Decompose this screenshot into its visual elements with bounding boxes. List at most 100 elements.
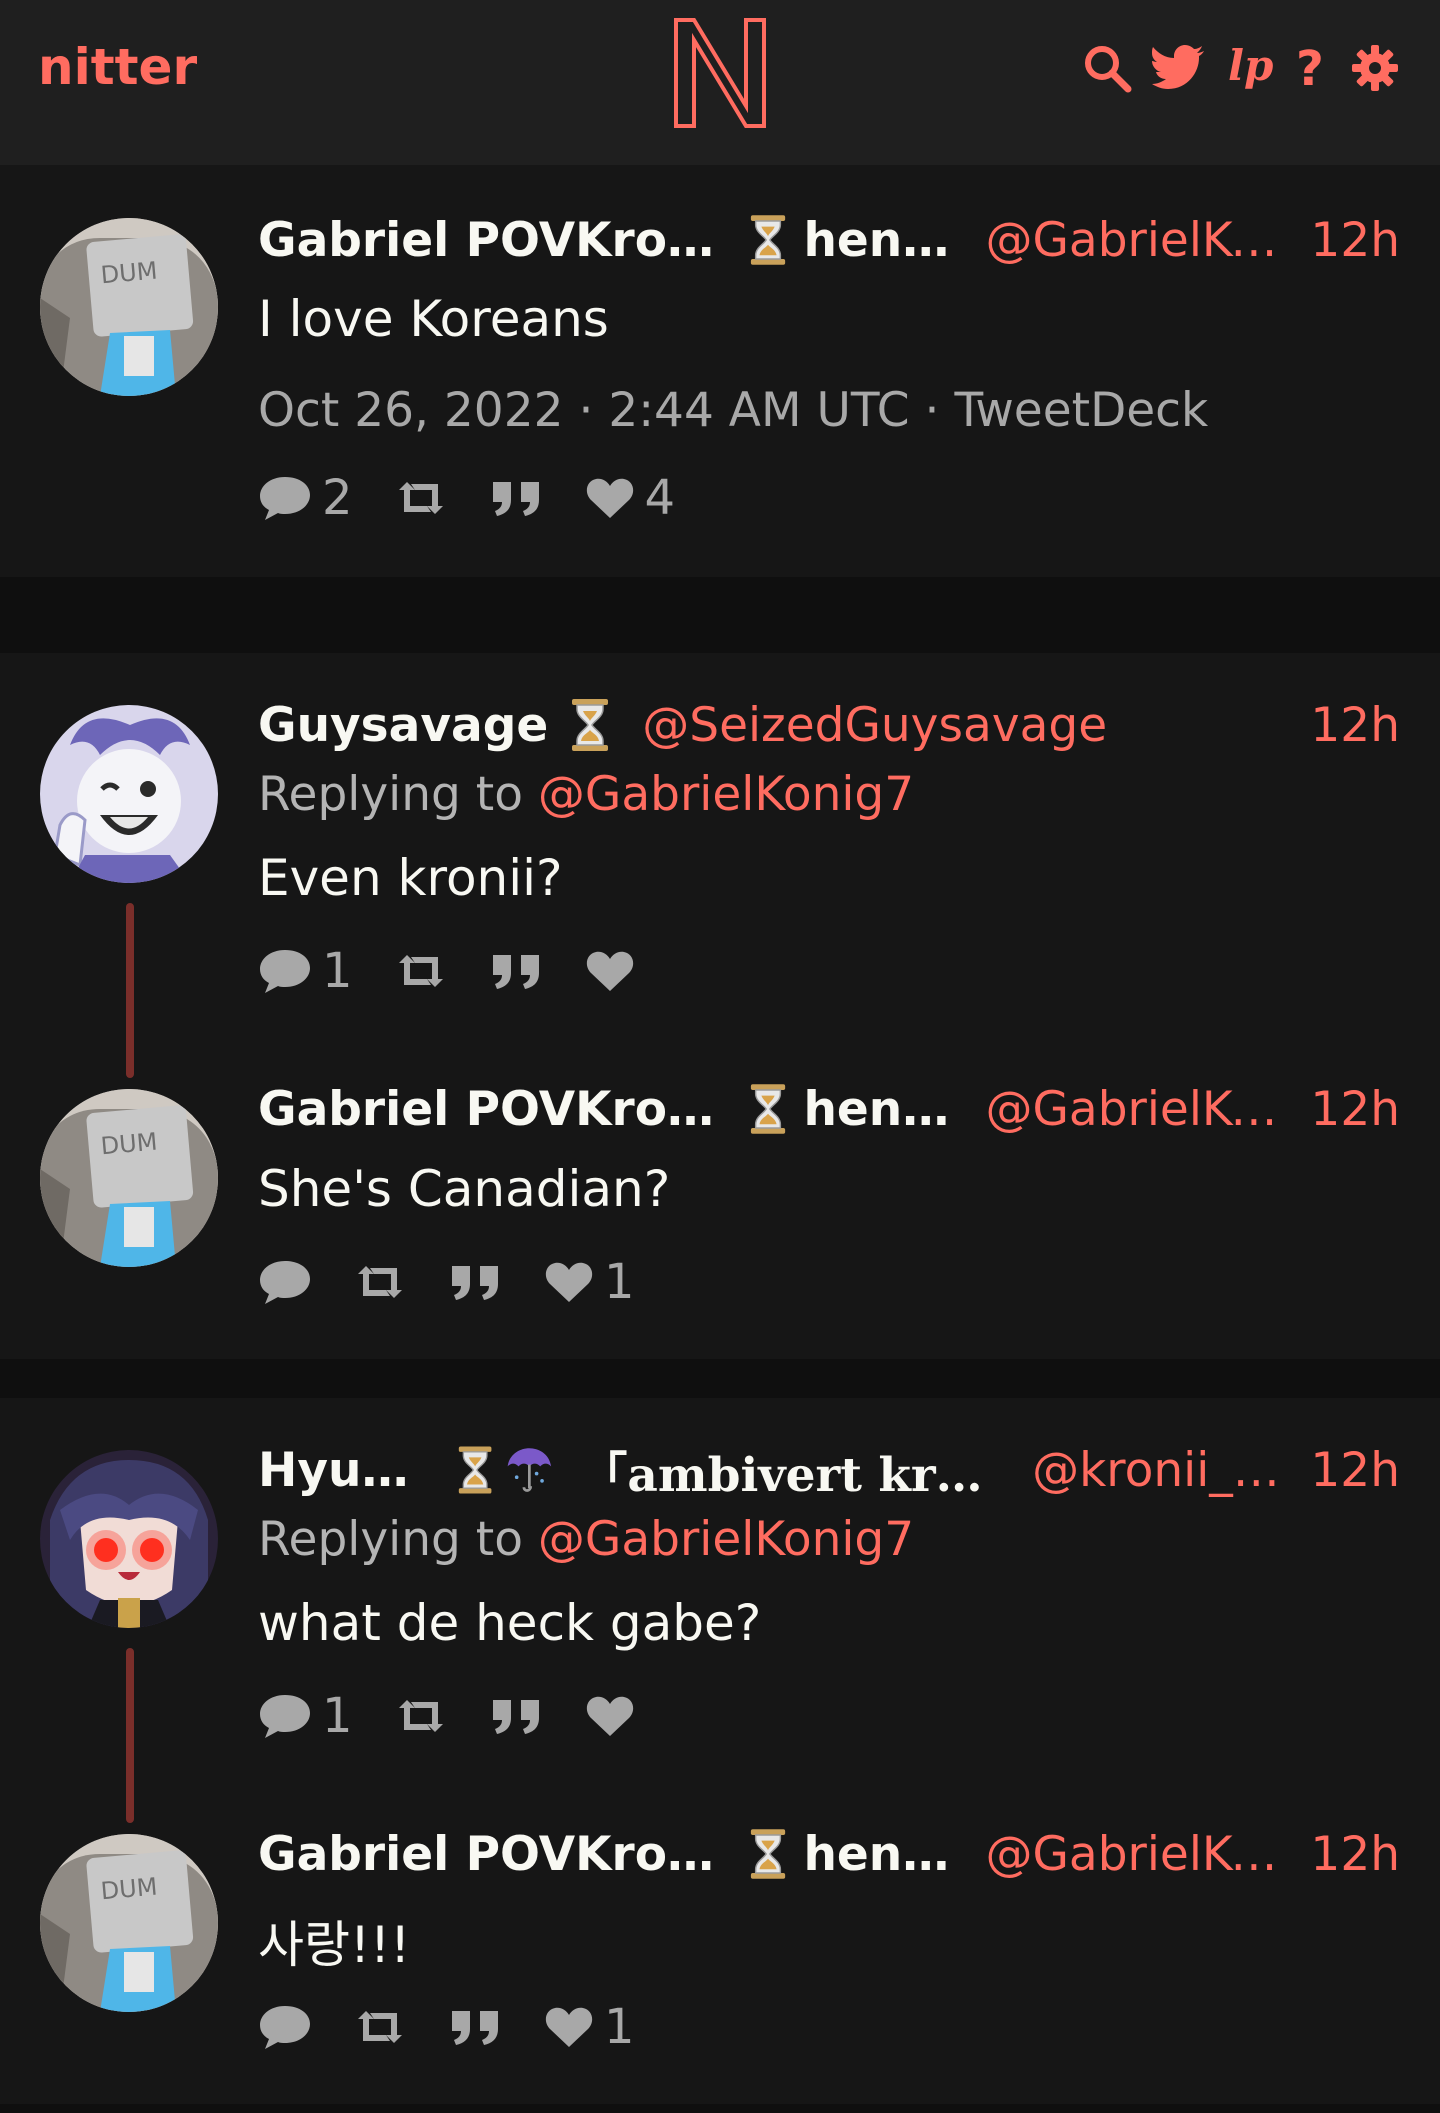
reply-stat[interactable]	[258, 1258, 312, 1306]
like-stat[interactable]	[585, 1694, 635, 1738]
tweet-header: Gabriel POVKroniig henl… @GabrielKo… 12h	[258, 1824, 1400, 1884]
quote-stat[interactable]	[448, 1262, 504, 1302]
username[interactable]: @GabrielKo…	[985, 1827, 1290, 1882]
avatar[interactable]	[40, 1089, 218, 1267]
avatar[interactable]	[40, 1450, 218, 1628]
tweet-content: I love Koreans	[258, 290, 609, 348]
quote-stat[interactable]	[489, 951, 545, 991]
replying-to-link[interactable]: @GabrielKonig7	[538, 767, 914, 822]
tweet-content: She's Canadian?	[258, 1160, 671, 1218]
heart-icon	[585, 476, 635, 520]
like-stat[interactable]: 1	[544, 1254, 635, 1310]
retweet-icon	[393, 478, 449, 518]
username[interactable]: @GabrielKo…	[985, 213, 1290, 268]
tweet-time[interactable]: 12h	[1290, 213, 1400, 268]
heart-icon	[544, 1260, 594, 1304]
comment-icon	[258, 1258, 312, 1306]
reply-count: 2	[322, 470, 353, 526]
heart-icon	[585, 949, 635, 993]
tweet-time[interactable]: 12h	[1290, 1443, 1400, 1498]
tweet-date: Oct 26, 2022 · 2:44 AM UTC · TweetDeck	[258, 383, 1209, 438]
help-icon[interactable]: ?	[1294, 43, 1330, 93]
name-suffix[interactable]: henl…	[803, 213, 957, 268]
reply-stat[interactable]: 2	[258, 470, 353, 526]
name-suffix[interactable]: 「ambivert kron…	[580, 1436, 1004, 1505]
brand-link[interactable]: nitter	[38, 38, 197, 96]
gear-icon[interactable]	[1350, 43, 1400, 93]
fullname[interactable]: Gabriel POVKroniig	[258, 1827, 741, 1882]
quote-icon	[489, 478, 545, 518]
like-count: 4	[644, 470, 676, 526]
reply-tweet[interactable]: Gabriel POVKroniig henl… @GabrielKo… 12h…	[0, 1043, 1440, 1359]
username[interactable]: @kronii_si…	[1032, 1443, 1290, 1498]
umbrella-icon	[504, 1442, 555, 1498]
retweet-stat[interactable]	[393, 478, 449, 518]
username[interactable]: @SeizedGuysavage	[642, 698, 1107, 753]
tweet-content: 사랑!!!	[258, 1916, 411, 1974]
tweet-header: Gabriel POVKroniig henl… @GabrielKo… 12h	[258, 210, 1400, 270]
lp-icon[interactable]: lp	[1226, 42, 1274, 94]
avatar[interactable]	[40, 705, 218, 883]
reply-count: 1	[322, 943, 353, 999]
hourglass-icon	[570, 697, 610, 753]
quote-icon	[448, 1262, 504, 1302]
reply-count: 1	[322, 1688, 353, 1744]
heart-icon	[585, 1694, 635, 1738]
main-tweet[interactable]: Gabriel POVKroniig henl… @GabrielKo… 12h…	[0, 165, 1440, 577]
tweet-time[interactable]: 12h	[1290, 1082, 1400, 1137]
tweet-time[interactable]: 12h	[1290, 1827, 1400, 1882]
retweet-stat[interactable]	[352, 1262, 408, 1302]
comment-icon	[258, 1692, 312, 1740]
reply-tweet[interactable]: Hyukaa 「ambivert kron… @kronii_si… 12h R…	[0, 1398, 1440, 1788]
reply-stat[interactable]	[258, 2003, 312, 2051]
avatar[interactable]	[40, 218, 218, 396]
retweet-stat[interactable]	[393, 951, 449, 991]
hourglass-icon	[749, 1826, 787, 1882]
tweet-stats: 2 4	[258, 470, 715, 526]
retweet-stat[interactable]	[352, 2007, 408, 2047]
quote-stat[interactable]	[448, 2007, 504, 2047]
quote-icon	[448, 2007, 504, 2047]
like-stat[interactable]: 4	[585, 470, 676, 526]
name-suffix[interactable]: henl…	[803, 1082, 957, 1137]
fullname[interactable]: Gabriel POVKroniig	[258, 213, 741, 268]
comment-icon	[258, 474, 312, 522]
tweet-stats: 1	[258, 1254, 675, 1310]
like-stat[interactable]	[585, 949, 635, 993]
nitter-logo[interactable]	[670, 14, 770, 132]
hourglass-icon	[749, 212, 787, 268]
reply-thread: Hyukaa 「ambivert kron… @kronii_si… 12h R…	[0, 1398, 1440, 2104]
like-count: 1	[604, 1254, 635, 1310]
retweet-stat[interactable]	[393, 1696, 449, 1736]
reply-tweet[interactable]: Guysavage @SeizedGuysavage 12h Replying …	[0, 653, 1440, 1043]
fullname[interactable]: Guysavage	[258, 698, 548, 753]
like-stat[interactable]: 1	[544, 1999, 635, 2055]
tweet-header: Hyukaa 「ambivert kron… @kronii_si… 12h	[258, 1440, 1400, 1503]
twitter-bird-icon[interactable]	[1152, 45, 1206, 91]
quote-stat[interactable]	[489, 1696, 545, 1736]
reply-thread: Guysavage @SeizedGuysavage 12h Replying …	[0, 653, 1440, 1359]
reply-tweet[interactable]: Gabriel POVKroniig henl… @GabrielKo… 12h…	[0, 1788, 1440, 2104]
tweet-time[interactable]: 12h	[1290, 698, 1400, 753]
replying-to: Replying to @GabrielKonig7	[258, 1512, 914, 1567]
username[interactable]: @GabrielKo…	[985, 1082, 1290, 1137]
tweet-stats: 1	[258, 1688, 675, 1744]
fullname[interactable]: Hyukaa	[258, 1443, 437, 1498]
replying-to-link[interactable]: @GabrielKonig7	[538, 1512, 914, 1567]
replying-label: Replying to	[258, 767, 538, 822]
name-suffix[interactable]: henl…	[803, 1827, 957, 1882]
avatar[interactable]	[40, 1834, 218, 2012]
quote-stat[interactable]	[489, 478, 545, 518]
like-count: 1	[604, 1999, 635, 2055]
fullname[interactable]: Gabriel POVKroniig	[258, 1082, 741, 1137]
replying-label: Replying to	[258, 1512, 538, 1567]
reply-stat[interactable]: 1	[258, 1688, 353, 1744]
reply-stat[interactable]: 1	[258, 943, 353, 999]
svg-text:?: ?	[1296, 43, 1324, 93]
tweet-stats: 1	[258, 943, 675, 999]
retweet-icon	[352, 2007, 408, 2047]
search-icon[interactable]	[1082, 43, 1132, 93]
svg-text:lp: lp	[1228, 42, 1273, 90]
hourglass-icon	[749, 1081, 787, 1137]
retweet-icon	[393, 1696, 449, 1736]
